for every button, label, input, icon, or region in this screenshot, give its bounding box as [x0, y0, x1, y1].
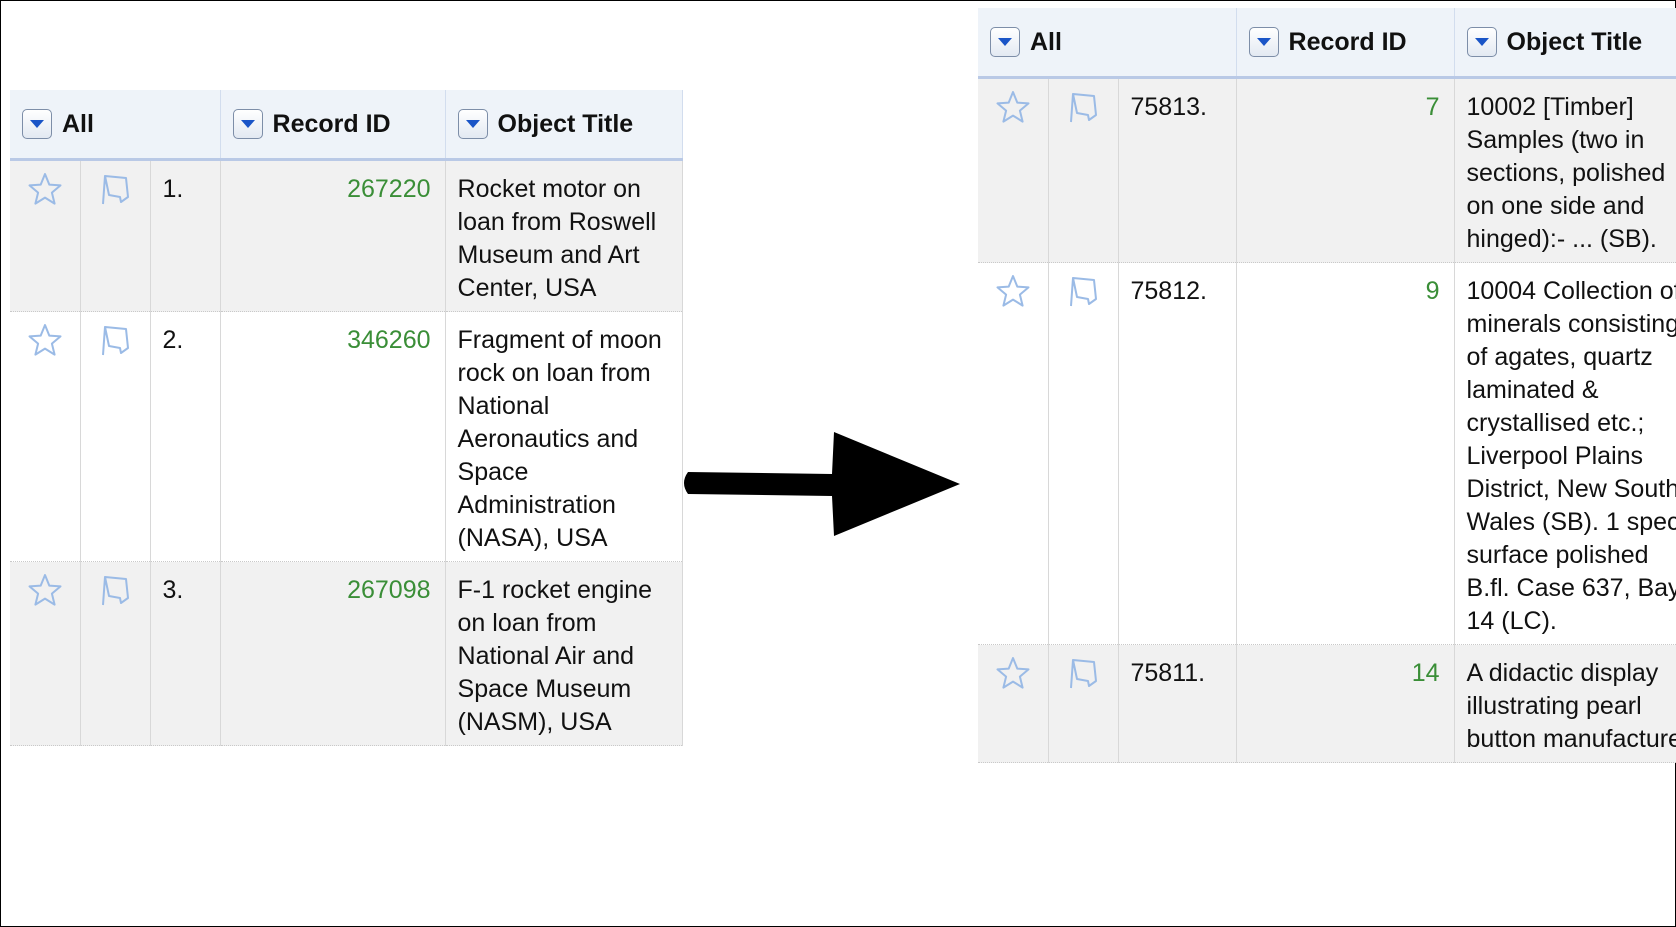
star-icon[interactable] [978, 77, 1049, 263]
left-data-table: All Record ID Object Title 1. 267220 Roc… [10, 90, 683, 746]
table-row: 75813. 7 10002 [Timber] Samples (two in … [978, 77, 1676, 263]
row-index: 2. [150, 311, 221, 562]
object-title-cell: 10004 Collection of minerals consisting … [1454, 262, 1676, 645]
table-header-row: All Record ID Object Title [978, 8, 1676, 79]
record-id-cell[interactable]: 267098 [220, 561, 446, 746]
record-id-cell[interactable]: 14 [1236, 644, 1455, 763]
flag-icon[interactable] [1048, 262, 1119, 645]
star-icon[interactable] [978, 262, 1049, 645]
column-header-label: Object Title [497, 109, 634, 138]
column-header-label: Object Title [1506, 27, 1643, 56]
row-index: 75813. [1118, 77, 1237, 263]
record-id-cell[interactable]: 346260 [220, 311, 446, 562]
column-header-label: Record ID [272, 109, 391, 138]
right-arrow-icon [684, 432, 960, 536]
row-index: 75811. [1118, 644, 1237, 763]
chevron-down-icon[interactable] [457, 109, 488, 140]
flag-icon[interactable] [80, 561, 151, 746]
flag-icon[interactable] [80, 159, 151, 312]
table-row: 3. 267098 F-1 rocket engine on loan from… [10, 561, 683, 746]
object-title-cell: 10002 [Timber] Samples (two in sections,… [1454, 77, 1676, 263]
chevron-down-icon[interactable] [1248, 27, 1279, 58]
star-icon[interactable] [10, 561, 81, 746]
row-index: 3. [150, 561, 221, 746]
column-header-record-id[interactable]: Record ID [1236, 8, 1455, 79]
table-row: 75811. 14 A didactic display illustratin… [978, 644, 1676, 763]
star-icon[interactable] [10, 311, 81, 562]
row-index: 75812. [1118, 262, 1237, 645]
object-title-cell: Rocket motor on loan from Roswell Museum… [445, 159, 683, 312]
star-icon[interactable] [10, 159, 81, 312]
table-header-row: All Record ID Object Title [10, 90, 683, 161]
flag-icon[interactable] [1048, 644, 1119, 763]
record-id-cell[interactable]: 267220 [220, 159, 446, 312]
column-header-label: All [1030, 27, 1062, 56]
table-row: 75812. 9 10004 Collection of minerals co… [978, 262, 1676, 645]
column-header-all[interactable]: All [978, 8, 1237, 79]
chevron-down-icon[interactable] [22, 109, 52, 140]
flag-icon[interactable] [1048, 77, 1119, 263]
column-header-record-id[interactable]: Record ID [220, 90, 446, 161]
row-index: 1. [150, 159, 221, 312]
chevron-down-icon[interactable] [1466, 27, 1497, 58]
column-header-label: All [62, 109, 94, 138]
table-row: 1. 267220 Rocket motor on loan from Rosw… [10, 159, 683, 312]
column-header-label: Record ID [1288, 27, 1407, 56]
chevron-down-icon[interactable] [232, 109, 263, 140]
record-id-cell[interactable]: 9 [1236, 262, 1455, 645]
object-title-cell: F-1 rocket engine on loan from National … [445, 561, 683, 746]
table-row: 2. 346260 Fragment of moon rock on loan … [10, 311, 683, 562]
column-header-all[interactable]: All [10, 90, 221, 161]
record-id-cell[interactable]: 7 [1236, 77, 1455, 263]
object-title-cell: Fragment of moon rock on loan from Natio… [445, 311, 683, 562]
column-header-object-title[interactable]: Object Title [445, 90, 683, 161]
star-icon[interactable] [978, 644, 1049, 763]
object-title-cell: A didactic display illustrating pearl bu… [1454, 644, 1676, 763]
flag-icon[interactable] [80, 311, 151, 562]
right-data-table: All Record ID Object Title 75813. 7 1000… [978, 8, 1676, 763]
chevron-down-icon[interactable] [990, 27, 1020, 58]
column-header-object-title[interactable]: Object Title [1454, 8, 1676, 79]
